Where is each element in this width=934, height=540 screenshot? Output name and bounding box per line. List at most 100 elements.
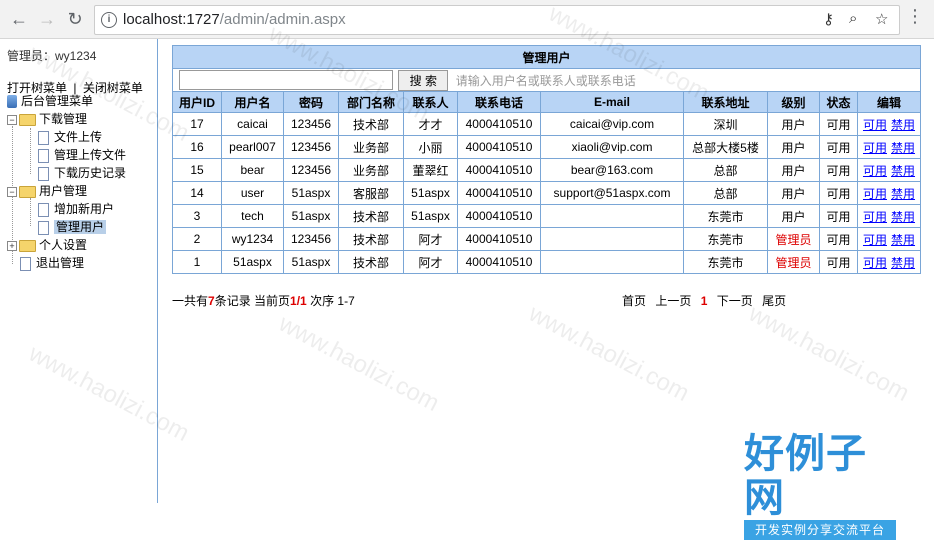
disable-link[interactable]: 禁用 xyxy=(891,164,915,178)
table-row: 16 pearl007 123456 业务部 小丽 4000410510 xiaoli@vi… xyxy=(172,135,921,159)
expand-icon[interactable]: + xyxy=(7,240,17,251)
first-page-link[interactable]: 首页 xyxy=(622,294,646,308)
disable-link[interactable]: 禁用 xyxy=(891,187,915,201)
cell-id: 14 xyxy=(172,181,222,205)
total-prefix: 一共有 xyxy=(172,294,209,308)
cell-dept: 技术部 xyxy=(338,112,404,136)
key-icon[interactable]: ⚷ xyxy=(823,10,834,28)
cell-email: caicai@vip.com xyxy=(540,112,684,136)
column-header: 级别 xyxy=(767,91,820,113)
info-icon[interactable]: i xyxy=(101,12,117,28)
bookmark-star-icon[interactable]: ☆ xyxy=(875,10,888,28)
cell-password: 123456 xyxy=(283,227,339,251)
column-header: 部门名称 xyxy=(338,91,404,113)
tree-group-users[interactable]: − 用户管理 xyxy=(7,183,87,199)
pagination: 首页 上一页 1 下一页 尾页 xyxy=(622,292,792,309)
main-panel: 管理用户 搜 索 请输入用户名或联系人或联系电话 用户ID 用户名 密码 部门名… xyxy=(172,45,921,274)
disable-link[interactable]: 禁用 xyxy=(891,256,915,270)
disable-link[interactable]: 禁用 xyxy=(891,141,915,155)
haolizi-logo: 好例子网 开发实例分享交流平台 xyxy=(744,432,896,540)
cell-address: 总部 xyxy=(683,181,768,205)
tree-item-manage-users[interactable]: 管理用户 xyxy=(38,219,107,235)
cell-address: 东莞市 xyxy=(683,250,768,274)
tree-item-logout[interactable]: 退出管理 xyxy=(20,255,84,271)
tree-group-personal[interactable]: + 个人设置 xyxy=(7,237,87,253)
column-header: 编辑 xyxy=(857,91,921,113)
back-arrow-icon[interactable]: ← xyxy=(8,8,30,30)
next-page-link[interactable]: 下一页 xyxy=(717,294,753,308)
cell-status: 可用 xyxy=(819,158,858,182)
cell-edit: 可用 禁用 xyxy=(857,135,921,159)
column-header: 用户ID xyxy=(172,91,222,113)
page-icon xyxy=(38,130,49,145)
cell-email: support@51aspx.com xyxy=(540,181,684,205)
cell-id: 17 xyxy=(172,112,222,136)
cell-username: caicai xyxy=(221,112,284,136)
tree-item-add-user[interactable]: 增加新用户 xyxy=(38,201,114,217)
cell-address: 东莞市 xyxy=(683,227,768,251)
cell-email xyxy=(540,250,684,274)
tree-item-download-history[interactable]: 下载历史记录 xyxy=(38,165,126,181)
disable-link[interactable]: 禁用 xyxy=(891,210,915,224)
enable-link[interactable]: 可用 xyxy=(863,118,887,132)
cell-phone: 4000410510 xyxy=(457,181,541,205)
watermark-text: www.haolizi.com xyxy=(744,299,914,408)
browser-menu-icon[interactable]: ⋮ xyxy=(906,6,924,27)
enable-link[interactable]: 可用 xyxy=(863,187,887,201)
address-bar[interactable]: i localhost:1727/admin/admin.aspx ⚷ ⌕ ☆ xyxy=(94,5,900,35)
cell-dept: 业务部 xyxy=(338,135,404,159)
search-input[interactable] xyxy=(179,70,393,90)
cell-status: 可用 xyxy=(819,204,858,228)
cell-status: 可用 xyxy=(819,227,858,251)
disable-link[interactable]: 禁用 xyxy=(891,118,915,132)
cell-password: 123456 xyxy=(283,112,339,136)
cell-contact: 董翠红 xyxy=(403,158,458,182)
url-host: localhost:1727 xyxy=(123,11,220,28)
pager-bar: 一共有7条记录 当前页1/1 次序 1-7 首页 上一页 1 下一页 尾页 xyxy=(172,292,921,309)
cell-id: 15 xyxy=(172,158,222,182)
cell-username: bear xyxy=(221,158,284,182)
forward-arrow-icon[interactable]: → xyxy=(36,8,58,30)
column-header: 密码 xyxy=(283,91,339,113)
reload-icon[interactable]: ↻ xyxy=(64,8,86,30)
disable-link[interactable]: 禁用 xyxy=(891,233,915,247)
cell-level: 用户 xyxy=(767,204,820,228)
cell-level: 用户 xyxy=(767,112,820,136)
tree-item-label: 文件上传 xyxy=(54,130,103,144)
cell-edit: 可用 禁用 xyxy=(857,158,921,182)
cell-status: 可用 xyxy=(819,112,858,136)
cell-password: 123456 xyxy=(283,158,339,182)
enable-link[interactable]: 可用 xyxy=(863,164,887,178)
search-button[interactable]: 搜 索 xyxy=(398,69,449,91)
tree-root-label: 后台管理菜单 xyxy=(21,94,94,108)
cell-id: 2 xyxy=(172,227,222,251)
cell-address: 深圳 xyxy=(683,112,768,136)
table-row: 14 user 51aspx 客服部 51aspx 4000410510 support@5… xyxy=(172,181,921,205)
enable-link[interactable]: 可用 xyxy=(863,256,887,270)
enable-link[interactable]: 可用 xyxy=(863,141,887,155)
zoom-icon[interactable]: ⌕ xyxy=(849,10,857,27)
table-row: 17 caicai 123456 技术部 才才 4000410510 caicai@vip.… xyxy=(172,112,921,136)
tree-root[interactable]: 后台管理菜单 xyxy=(7,93,93,109)
cell-edit: 可用 禁用 xyxy=(857,112,921,136)
enable-link[interactable]: 可用 xyxy=(863,210,887,224)
last-page-link[interactable]: 尾页 xyxy=(762,294,786,308)
cell-contact: 51aspx xyxy=(403,181,458,205)
cell-dept: 客服部 xyxy=(338,181,404,205)
page-icon xyxy=(38,220,49,235)
tree-group-label: 用户管理 xyxy=(39,184,88,198)
record-summary: 一共有7条记录 当前页1/1 次序 1-7 xyxy=(172,294,355,308)
tree-item-file-upload[interactable]: 文件上传 xyxy=(38,129,102,145)
tree-item-manage-uploads[interactable]: 管理上传文件 xyxy=(38,147,126,163)
collapse-icon[interactable]: − xyxy=(7,114,17,125)
table-row: 2 wy1234 123456 技术部 阿才 4000410510 东莞市 管理员 可用 可用 禁用 xyxy=(172,227,921,251)
cell-address: 东莞市 xyxy=(683,204,768,228)
collapse-icon[interactable]: − xyxy=(7,186,17,197)
cell-address: 总部大楼5楼 xyxy=(683,135,768,159)
prev-page-link[interactable]: 上一页 xyxy=(655,294,691,308)
cell-phone: 4000410510 xyxy=(457,135,541,159)
tree-group-download[interactable]: − 下载管理 xyxy=(7,111,87,127)
root-menu-icon xyxy=(7,95,17,109)
enable-link[interactable]: 可用 xyxy=(863,233,887,247)
tree-group-label: 下载管理 xyxy=(39,112,88,126)
